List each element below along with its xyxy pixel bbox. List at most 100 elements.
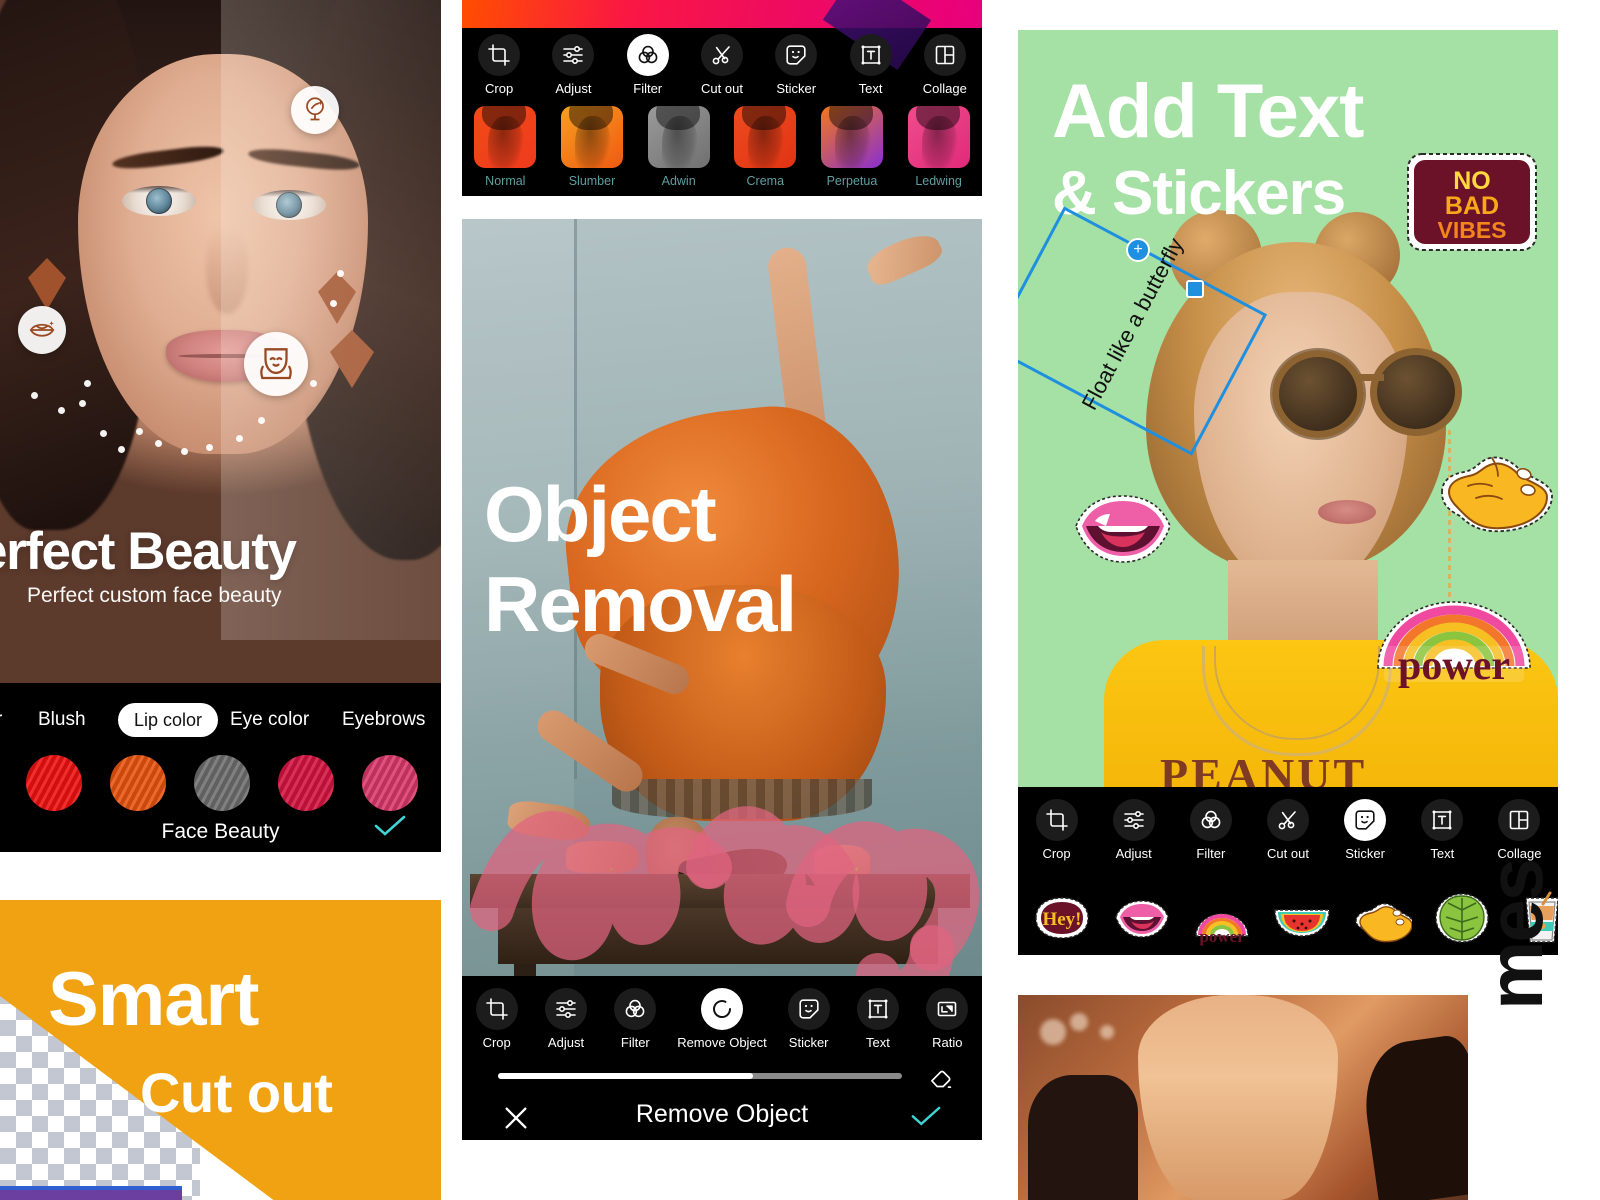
filter-label: Slumber xyxy=(568,174,616,188)
tool-crop[interactable]: Crop xyxy=(1021,799,1093,861)
removal-title-line2: Removal xyxy=(484,560,797,649)
tab-lip-color[interactable]: Lip color xyxy=(118,703,219,737)
tool-cutout[interactable]: Cut out xyxy=(686,34,758,96)
text-box-icon xyxy=(1421,799,1464,841)
thumb-preview xyxy=(734,106,797,168)
sticker-option-power[interactable]: power xyxy=(1192,890,1252,946)
tab-partial[interactable]: r xyxy=(0,703,2,737)
tool-label: Remove Object xyxy=(677,1035,767,1050)
bokeh-light xyxy=(1100,1025,1114,1039)
table-apron xyxy=(498,908,938,964)
check-icon[interactable] xyxy=(910,1106,942,1130)
face-beauty-icon[interactable] xyxy=(244,332,308,396)
tab-blush[interactable]: Blush xyxy=(38,703,86,737)
color-swatch[interactable] xyxy=(26,755,82,811)
tool-remove-object[interactable]: Remove Object xyxy=(670,988,774,1050)
svg-text:power: power xyxy=(1398,643,1510,689)
removal-title-line1: Object xyxy=(484,470,717,558)
color-swatch[interactable] xyxy=(110,755,166,811)
tool-label: Filter xyxy=(633,81,663,96)
accent-bar-purple xyxy=(0,1190,182,1200)
color-swatch[interactable] xyxy=(362,755,418,811)
tool-label: Adjust xyxy=(555,81,592,96)
face-point xyxy=(330,300,337,307)
pink-lips-sticker[interactable] xyxy=(1068,478,1178,578)
tab-eye-color[interactable]: Eye color xyxy=(230,703,309,737)
tool-crop[interactable]: Crop xyxy=(462,988,531,1050)
tool-filter[interactable]: Filter xyxy=(601,988,670,1050)
filter-thumb-crema[interactable]: Crema xyxy=(730,106,800,188)
page-title: erfect Beauty xyxy=(0,522,297,581)
tool-cutout[interactable]: Cut out xyxy=(1252,799,1324,861)
tool-filter[interactable]: Filter xyxy=(1175,799,1247,861)
tool-text[interactable]: Text xyxy=(843,988,912,1050)
text-box-icon xyxy=(849,34,892,76)
svg-text:BAD: BAD xyxy=(1445,192,1499,220)
check-icon[interactable] xyxy=(373,815,407,837)
hand-right xyxy=(566,841,638,873)
scissors-icon xyxy=(700,34,743,76)
object-removal-panel: Object Removal Crop Adjust Filter Remove… xyxy=(462,219,982,1140)
brush-size-slider[interactable] xyxy=(462,1065,982,1088)
tool-text[interactable]: Text xyxy=(1406,799,1478,861)
add-handle-icon[interactable]: + xyxy=(1126,238,1150,262)
tool-sticker[interactable]: Sticker xyxy=(1329,799,1401,861)
lips-sparkle-icon[interactable] xyxy=(18,306,66,354)
sticker-option-hey[interactable]: Hey! xyxy=(1032,890,1092,946)
tool-adjust[interactable]: Adjust xyxy=(531,988,600,1050)
text-layer-content: Float like a butterfly xyxy=(1076,233,1189,414)
face-point xyxy=(206,444,213,451)
mirror-sparkle-icon[interactable] xyxy=(291,86,339,134)
tool-filter[interactable]: Filter xyxy=(612,34,684,96)
face-point xyxy=(58,407,65,414)
blonde-hair xyxy=(1138,995,1338,1200)
crop-icon xyxy=(1035,799,1078,841)
tool-collage[interactable]: Collage xyxy=(1483,799,1555,861)
resize-handle-icon[interactable] xyxy=(1186,280,1204,298)
tool-label: Crop xyxy=(1042,846,1071,861)
no-bad-vibes-sticker[interactable]: NO BAD VIBES xyxy=(1402,148,1542,256)
tool-text[interactable]: Text xyxy=(835,34,907,96)
filter-thumbnail-strip: Normal Slumber Adwin Crema Perpetua Ledw… xyxy=(462,106,982,188)
table-top xyxy=(470,874,970,908)
dress-lace xyxy=(612,779,872,819)
sticker-canvas[interactable]: PEANUT Add Text & Stickers Float like a … xyxy=(1018,30,1558,787)
lips xyxy=(1318,500,1376,524)
color-swatch[interactable] xyxy=(194,755,250,811)
text-box-icon xyxy=(856,988,899,1030)
tool-adjust[interactable]: Adjust xyxy=(537,34,609,96)
filter-thumb-slumber[interactable]: Slumber xyxy=(557,106,627,188)
face-point xyxy=(31,392,38,399)
sticker-option-watermelon[interactable] xyxy=(1272,890,1332,946)
tool-label: Text xyxy=(1430,846,1455,861)
sticker-option-lips[interactable] xyxy=(1112,890,1172,946)
tool-sticker[interactable]: Sticker xyxy=(774,988,843,1050)
face-point xyxy=(310,380,317,387)
filter-label: Ledwing xyxy=(915,174,962,188)
removal-bottom-bar: Crop Adjust Filter Remove Object Sticker… xyxy=(462,976,982,1140)
color-swatch[interactable] xyxy=(278,755,334,811)
filter-toolbar: Crop Adjust Filter Cut out Sticker Text … xyxy=(462,34,982,96)
cutout-title-line2: Cut out xyxy=(140,1061,333,1124)
filter-thumb-normal[interactable]: Normal xyxy=(470,106,540,188)
collage-grid-icon xyxy=(923,34,966,76)
tool-collage[interactable]: Collage xyxy=(909,34,981,96)
sliders-icon xyxy=(552,34,595,76)
power-rainbow-sticker[interactable]: power xyxy=(1366,582,1542,690)
tool-adjust[interactable]: Adjust xyxy=(1098,799,1170,861)
tool-label: Crop xyxy=(482,1035,511,1050)
tool-ratio[interactable]: Ratio xyxy=(913,988,982,1050)
tool-crop[interactable]: Crop xyxy=(463,34,535,96)
face-point xyxy=(337,270,344,277)
shaka-hand-sticker[interactable] xyxy=(1436,428,1554,540)
tool-sticker[interactable]: Sticker xyxy=(760,34,832,96)
sticker-option-shaka[interactable] xyxy=(1352,890,1414,946)
tool-label: Cut out xyxy=(701,81,743,96)
eraser-icon[interactable] xyxy=(928,1065,954,1091)
filter-thumb-ledwing[interactable]: Ledwing xyxy=(904,106,974,188)
filter-thumb-adwin[interactable]: Adwin xyxy=(644,106,714,188)
filter-thumb-perpetua[interactable]: Perpetua xyxy=(817,106,887,188)
tab-eyebrows[interactable]: Eyebrows xyxy=(342,703,425,737)
tool-label: Text xyxy=(866,1035,890,1050)
sticker-face-icon xyxy=(1344,799,1387,841)
